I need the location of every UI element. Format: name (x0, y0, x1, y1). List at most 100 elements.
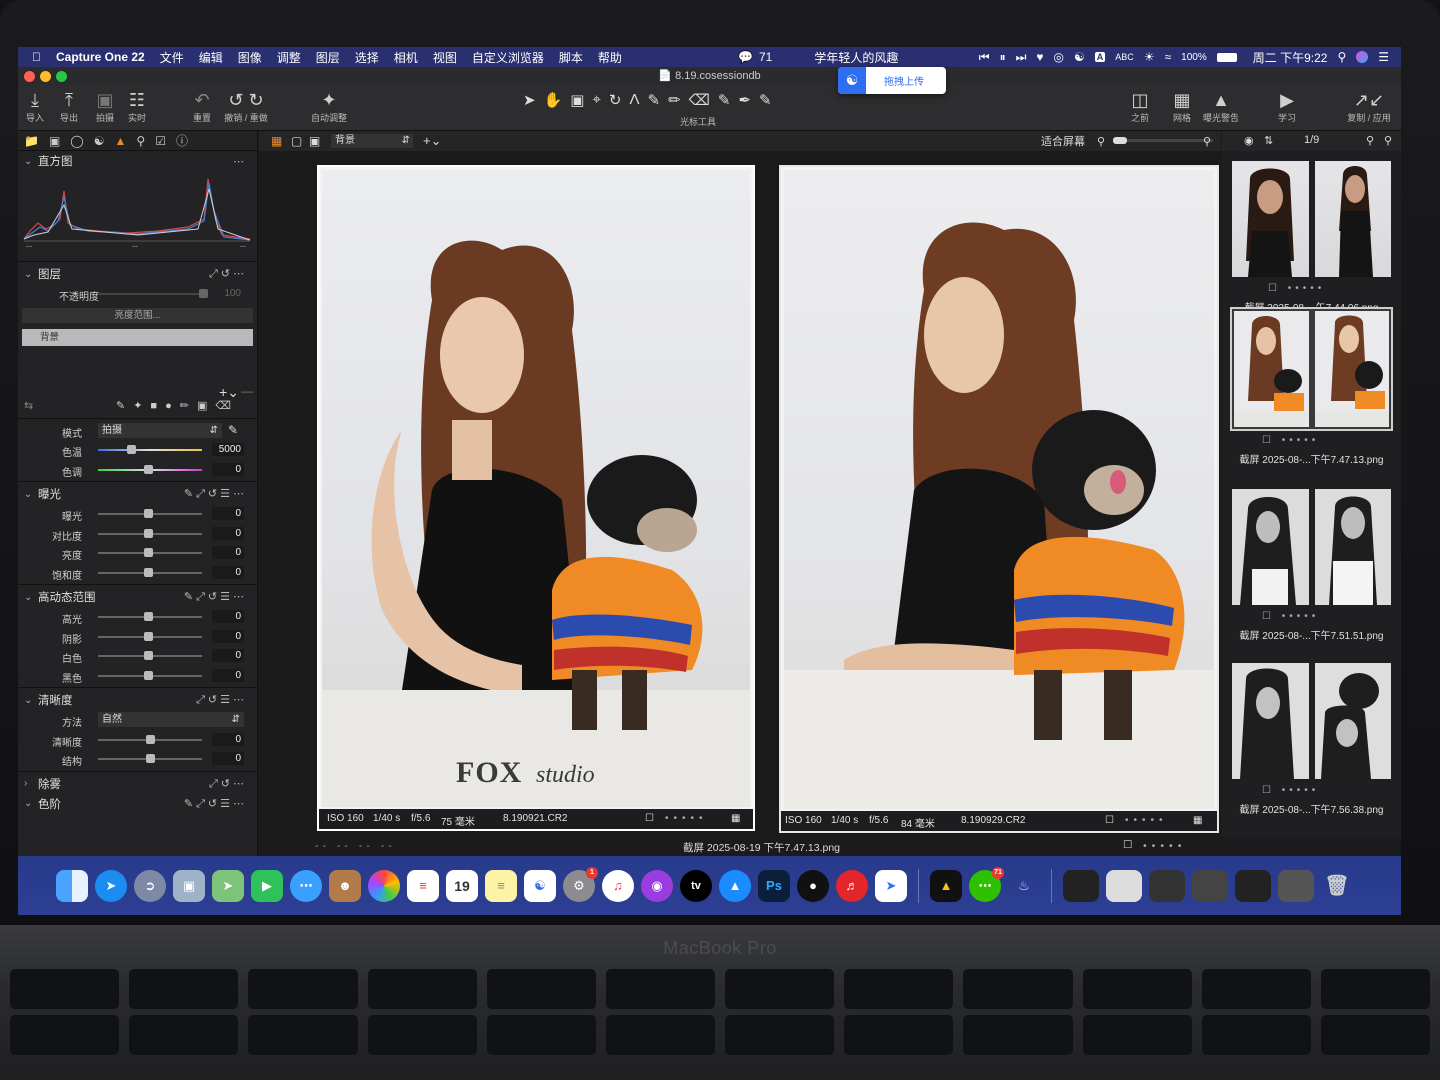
netease-music-icon[interactable]: ♬ (836, 869, 868, 902)
undo-redo-button[interactable]: ↺ ↻ 撤销 / 重做 (220, 89, 272, 124)
pan-tool-icon[interactable]: ✋ (544, 91, 563, 109)
shadows-knob[interactable] (144, 631, 153, 641)
control-center-icon[interactable]: ☰ (1378, 50, 1389, 64)
photo-2-rating-dots[interactable]: ••••• (1125, 815, 1168, 826)
input-source-icon[interactable]: A (1094, 52, 1106, 62)
highlights-value[interactable]: 0 (212, 610, 244, 623)
blacks-knob[interactable] (144, 670, 153, 680)
layer-tools-icons[interactable]: ✎✦■●✏▣⌫ (116, 399, 239, 412)
compare-view-icon[interactable]: ▣ (309, 134, 320, 148)
whites-value[interactable]: 0 (212, 649, 244, 662)
auto-adjust-button[interactable]: ✦ 自动调整 (306, 89, 352, 124)
import-button[interactable]: ⤓ 导入 (22, 89, 48, 124)
shadows-value[interactable]: 0 (212, 629, 244, 643)
reset-button[interactable]: ↶ 重置 (188, 89, 216, 124)
reminders-icon[interactable]: ≡ (407, 869, 439, 902)
facetime-icon[interactable]: ▶ (251, 869, 283, 902)
podcasts-icon[interactable]: ◉ (641, 869, 673, 902)
hdr-tools-icon[interactable]: ✎⤢↺☰⋯ (184, 590, 247, 604)
opacity-slider[interactable] (98, 293, 208, 295)
recent-window-4-icon[interactable] (1192, 869, 1228, 902)
exposure-warning-button[interactable]: ▲ 曝光警告 (1200, 89, 1242, 124)
photos-icon[interactable] (368, 869, 400, 902)
tv-icon[interactable]: tv (680, 869, 712, 902)
levels-header[interactable]: ⌄ 色阶 ✎⤢↺☰⋯ (18, 794, 257, 814)
clarity-method-select[interactable]: 自然 ⇵ (98, 712, 244, 727)
pdf-app-icon[interactable]: ▲ (930, 869, 962, 902)
next-track-icon[interactable]: ⏭ (1016, 50, 1027, 65)
more-icon[interactable]: ⋯ (233, 155, 247, 168)
recent-window-6-icon[interactable] (1278, 869, 1314, 902)
filter-icon[interactable]: ⚲ (1384, 134, 1392, 147)
thumb-4[interactable]: ☐ ••••• 截屏 2025-08-...下午7.56.38.png (1222, 661, 1401, 821)
menu-custom-browser[interactable]: 自定义浏览器 (472, 49, 544, 66)
menu-help[interactable]: 帮助 (598, 49, 622, 66)
brightness-value[interactable]: 0 (212, 546, 244, 559)
contrast-knob[interactable] (144, 528, 153, 538)
pointer-tool-icon[interactable]: ➤ (523, 91, 536, 109)
metadata-tab-icon[interactable]: ⓘ (176, 132, 188, 149)
preview-icon[interactable]: ▣ (173, 869, 205, 902)
status-rating-dots[interactable]: ••••• (1143, 840, 1186, 852)
wb-tint-knob[interactable] (144, 464, 153, 474)
upload-popover[interactable]: ☯ 拖拽上传 (838, 67, 946, 94)
details-tab-icon[interactable]: ⚲ (136, 134, 145, 148)
exposure-tools-icon[interactable]: ✎⤢↺☰⋯ (184, 487, 247, 501)
menu-camera[interactable]: 相机 (394, 49, 418, 66)
thumb-4-rating[interactable]: ☐ ••••• (1262, 785, 1319, 796)
safari-icon[interactable]: ➤ (95, 869, 127, 902)
thumb-2-rating[interactable]: ☐ ••••• (1262, 435, 1319, 446)
single-view-icon[interactable]: ▢ (291, 134, 302, 148)
rotate-tool-icon[interactable]: ↻ (609, 91, 622, 109)
layer-item-background[interactable]: 背景 (22, 328, 253, 346)
spot-tool-icon[interactable]: ✎ (648, 91, 661, 109)
annotate-tool-icon[interactable]: ✎ (759, 91, 772, 109)
export-button[interactable]: ⤒ 导出 (54, 89, 84, 124)
exposure-tab-icon[interactable]: ▲ (115, 134, 127, 148)
thumb-3-rating[interactable]: ☐ ••••• (1262, 611, 1319, 622)
photo-1-checkbox[interactable]: ☐ (645, 813, 654, 824)
structure-knob[interactable] (146, 754, 155, 763)
siri-icon[interactable] (1356, 51, 1369, 63)
opacity-value[interactable]: 100 (212, 287, 244, 300)
menu-image[interactable]: 图像 (238, 49, 262, 66)
crop-tool-icon[interactable]: ⌖ (592, 91, 600, 109)
eye-icon[interactable]: ◉ (1244, 134, 1254, 147)
highlights-knob[interactable] (144, 612, 153, 621)
thumb-3[interactable]: ☐ ••••• 截屏 2025-08-...下午7.51.51.png (1222, 487, 1401, 647)
grid-button[interactable]: ▦ 网格 (1168, 89, 1196, 124)
menu-file[interactable]: 文件 (160, 49, 184, 66)
brush-tool-icon[interactable]: ✏ (668, 91, 681, 109)
copy-apply-button[interactable]: ↗↙ 复制 / 应用 (1344, 89, 1394, 124)
hdr-header[interactable]: ⌄ 高动态范围 ✎⤢↺☰⋯ (18, 587, 257, 607)
music-icon[interactable]: ♫ (602, 869, 634, 902)
clarity-header[interactable]: ⌄ 清晰度 ⤢↺☰⋯ (18, 690, 257, 710)
add-icon[interactable]: +⌄ (423, 133, 441, 149)
fit-screen-label[interactable]: 适合屏幕 (1041, 133, 1085, 149)
calendar-icon[interactable]: 19 (446, 869, 478, 902)
now-playing-title[interactable]: 学年轻人的风趣 (814, 49, 898, 66)
saturation-value[interactable]: 0 (212, 565, 244, 579)
apple-menu-icon[interactable]:  (32, 50, 41, 64)
photo-1-info-icon[interactable]: ▦ (731, 813, 740, 824)
before-button[interactable]: ◫ 之前 (1120, 89, 1160, 124)
target-icon[interactable]: ◎ (1054, 50, 1064, 64)
app-store-icon[interactable]: ▲ (719, 869, 751, 902)
eyedropper-icon[interactable]: ✎ (228, 423, 238, 437)
messages-icon[interactable]: ⋯ (290, 869, 322, 902)
recent-window-3-icon[interactable] (1149, 869, 1185, 902)
swap-icon[interactable]: ⇆ (24, 399, 33, 412)
clock[interactable]: 周二 下午9:22 (1253, 49, 1328, 66)
wb-temp-knob[interactable] (127, 445, 136, 454)
cleaner-icon[interactable]: ♨ (1008, 870, 1040, 902)
menu-layer[interactable]: 图层 (316, 49, 340, 66)
clarity-value[interactable]: 0 (212, 732, 244, 746)
wb-temp-slider[interactable] (98, 449, 202, 451)
photo-1-rating-dots[interactable]: ••••• (665, 813, 708, 824)
gradient-tool-icon[interactable]: ✎ (718, 91, 731, 109)
maps-icon[interactable]: ➤ (212, 869, 244, 902)
eraser-tool-icon[interactable]: ⌫ (689, 91, 710, 109)
baidu-netdisk-icon[interactable]: ☯ (524, 869, 556, 902)
whites-knob[interactable] (144, 651, 153, 660)
clarity-knob[interactable] (146, 734, 155, 744)
